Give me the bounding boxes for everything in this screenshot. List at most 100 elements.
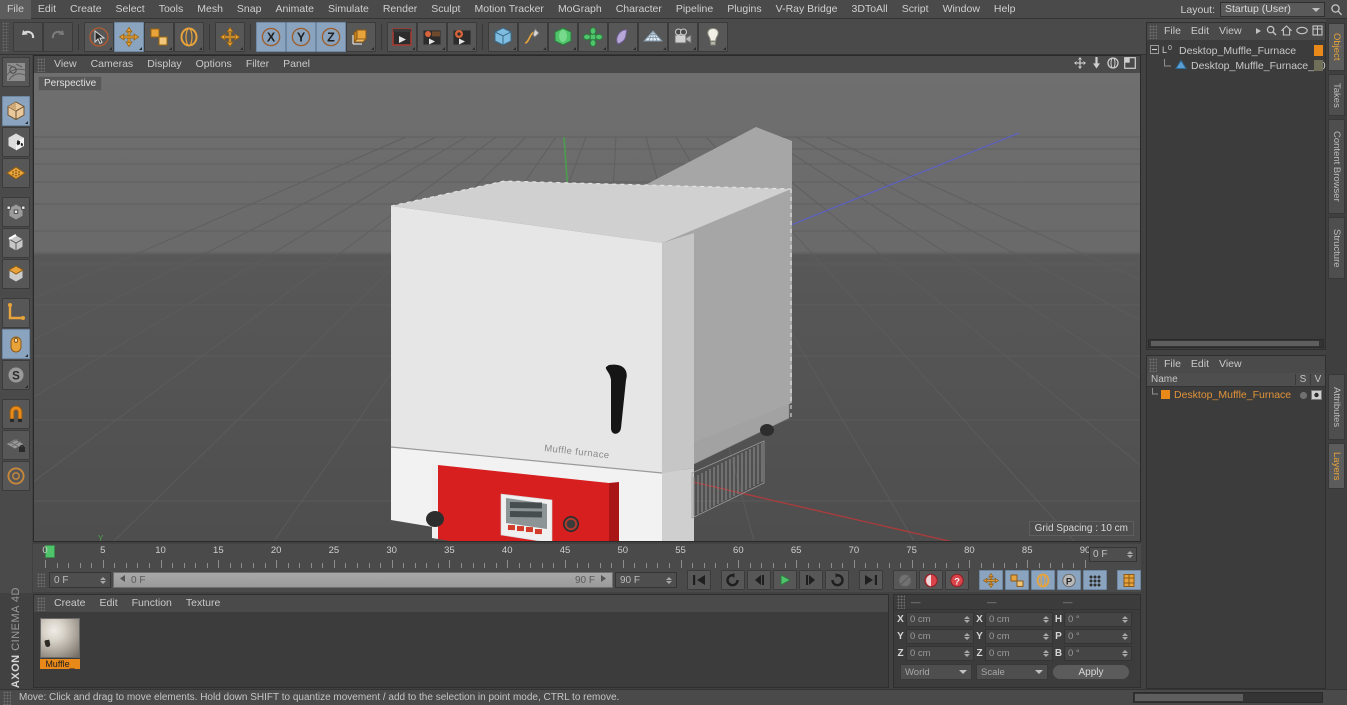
material-tag-icon[interactable] <box>1314 60 1323 71</box>
layer-visible-toggle[interactable] <box>1311 390 1322 403</box>
maximize-viewport-icon[interactable] <box>1124 57 1136 72</box>
search-icon[interactable] <box>1266 25 1277 39</box>
menu-mesh[interactable]: Mesh <box>190 0 230 19</box>
add-spline-object[interactable] <box>518 21 548 52</box>
world-object-coordinates[interactable] <box>346 21 376 52</box>
size-x-field[interactable]: 0 cm <box>985 611 1053 627</box>
position-y-field[interactable]: 0 cm <box>906 628 974 644</box>
render-view-button[interactable] <box>387 21 417 52</box>
viewport-solo-tool[interactable] <box>2 329 30 359</box>
workplane-mode-tool[interactable] <box>2 158 30 188</box>
scale-key-button[interactable] <box>1005 570 1029 590</box>
menu-simulate[interactable]: Simulate <box>321 0 376 19</box>
viewport-menu-display[interactable]: Display <box>140 56 188 73</box>
add-scene-object[interactable] <box>608 21 638 52</box>
parameter-key-button[interactable]: P <box>1057 570 1081 590</box>
dolly-icon[interactable] <box>1091 57 1102 72</box>
enable-snap-tool[interactable] <box>2 399 30 429</box>
rotation-b-field[interactable]: 0 ° <box>1064 645 1132 661</box>
autokeying-button[interactable] <box>919 570 943 590</box>
menu-tools[interactable]: Tools <box>152 0 191 19</box>
add-generator-object[interactable] <box>548 21 578 52</box>
toolbar-grip[interactable] <box>2 21 9 52</box>
tab-attributes[interactable]: Attributes <box>1328 374 1345 440</box>
tab-layers[interactable]: Layers <box>1328 443 1345 489</box>
layer-solo-toggle[interactable] <box>1299 391 1308 403</box>
menu-snap[interactable]: Snap <box>230 0 269 19</box>
menu-3dtoall[interactable]: 3DToAll <box>845 0 895 19</box>
viewport-perspective-label[interactable]: Perspective <box>38 76 103 91</box>
end-frame-field[interactable]: 90 F <box>615 572 677 588</box>
material-item[interactable]: Muffle_ <box>40 618 80 669</box>
expand-collapse-icon[interactable] <box>1150 44 1159 57</box>
model-mode-tool[interactable] <box>2 96 30 126</box>
add-camera-object[interactable] <box>668 21 698 52</box>
tab-structure[interactable]: Structure <box>1328 217 1345 279</box>
go-to-start-button[interactable] <box>687 570 711 590</box>
material-manager-grip[interactable] <box>37 596 45 611</box>
stepper-icon[interactable] <box>100 576 106 584</box>
record-active-objects-button[interactable] <box>893 570 917 590</box>
menu-overflow-icon[interactable] <box>1255 26 1262 38</box>
object-axis-tool[interactable] <box>2 298 30 328</box>
layer-color-swatch[interactable] <box>1161 390 1170 399</box>
object-manager-grip[interactable] <box>1149 24 1157 39</box>
coordinate-space-select[interactable]: World <box>900 664 972 680</box>
menu-select[interactable]: Select <box>109 0 152 19</box>
add-floor-object[interactable] <box>638 21 668 52</box>
viewport-menu-view[interactable]: View <box>47 56 84 73</box>
menu-edit[interactable]: Edit <box>31 0 63 19</box>
stepper-icon[interactable] <box>964 615 970 623</box>
tab-content-browser[interactable]: Content Browser <box>1328 119 1345 214</box>
timeline-layout-button[interactable] <box>1117 570 1141 590</box>
add-deformer-object[interactable] <box>578 21 608 52</box>
lock-x-axis[interactable]: X <box>256 21 286 52</box>
play-button[interactable] <box>773 570 797 590</box>
planar-lock-tool[interactable] <box>2 461 30 491</box>
stepper-icon[interactable] <box>964 632 970 640</box>
menu-character[interactable]: Character <box>609 0 669 19</box>
viewport-menu-filter[interactable]: Filter <box>239 56 276 73</box>
rotation-key-button[interactable] <box>1031 570 1055 590</box>
timeline-end-field[interactable]: 0 F <box>1089 547 1137 562</box>
add-light-object[interactable] <box>698 21 728 52</box>
status-hscrollbar[interactable] <box>1133 692 1323 703</box>
point-level-animation-button[interactable] <box>1083 570 1107 590</box>
play-backwards-button[interactable] <box>721 570 745 590</box>
transport-grip[interactable] <box>37 573 45 587</box>
object-menu-file[interactable]: File <box>1159 23 1186 40</box>
object-menu-view[interactable]: View <box>1214 23 1247 40</box>
material-menu-edit[interactable]: Edit <box>93 595 125 612</box>
undo-button[interactable] <box>13 21 43 52</box>
make-editable-tool[interactable] <box>2 57 30 87</box>
menu-plugins[interactable]: Plugins <box>720 0 768 19</box>
stepper-icon[interactable] <box>1122 615 1128 623</box>
point-mode-tool[interactable] <box>2 197 30 227</box>
layer-menu-file[interactable]: File <box>1159 356 1186 373</box>
object-tree-row-root[interactable]: L0 Desktop_Muffle_Furnace <box>1147 43 1325 58</box>
redo-button[interactable] <box>43 21 73 52</box>
material-menu-texture[interactable]: Texture <box>179 595 227 612</box>
eye-icon[interactable] <box>1296 26 1308 38</box>
rotation-p-field[interactable]: 0 ° <box>1064 628 1132 644</box>
stepper-icon[interactable] <box>1122 649 1128 657</box>
status-bar-grip[interactable] <box>3 690 11 705</box>
rotation-h-field[interactable]: 0 ° <box>1064 611 1132 627</box>
viewport-menu-panel[interactable]: Panel <box>276 56 317 73</box>
viewport-canvas[interactable]: Muffle furnace Y <box>34 73 1140 541</box>
menu-render[interactable]: Render <box>376 0 424 19</box>
tab-object[interactable]: Object <box>1328 23 1345 71</box>
workplane-lock-tool[interactable] <box>2 430 30 460</box>
menu-animate[interactable]: Animate <box>268 0 321 19</box>
polygon-mode-tool[interactable] <box>2 259 30 289</box>
render-to-picture-viewer-button[interactable] <box>417 21 447 52</box>
go-to-end-button[interactable] <box>859 570 883 590</box>
position-z-field[interactable]: 0 cm <box>906 645 974 661</box>
object-manager-hscrollbar[interactable] <box>1148 339 1324 348</box>
object-tree-row-child[interactable]: Desktop_Muffle_Furnace_001 <box>1147 58 1331 73</box>
layer-menu-edit[interactable]: Edit <box>1186 356 1214 373</box>
viewport-grip[interactable] <box>37 57 45 72</box>
move-axis-tool[interactable] <box>215 21 245 52</box>
layer-menu-view[interactable]: View <box>1214 356 1247 373</box>
menu-create[interactable]: Create <box>63 0 109 19</box>
